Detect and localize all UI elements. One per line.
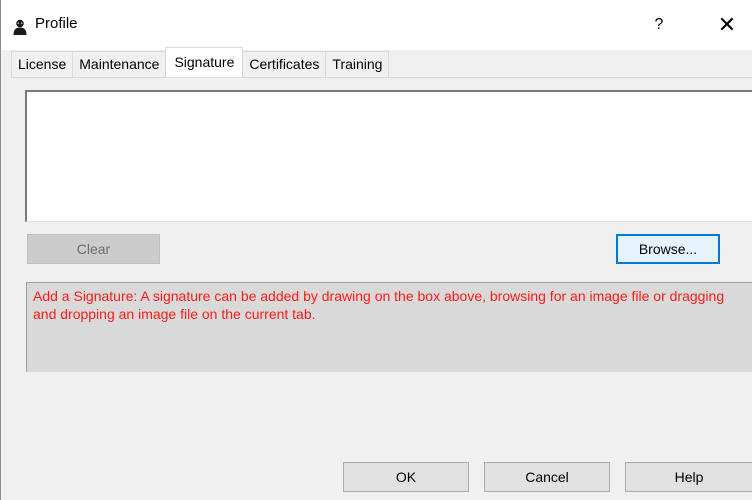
signature-info-text: Add a Signature: A signature can be adde…: [33, 288, 725, 322]
signature-info-box: Add a Signature: A signature can be adde…: [26, 282, 752, 372]
tab-strip: License Maintenance Signature Certificat…: [11, 47, 390, 77]
tab-signature[interactable]: Signature: [165, 47, 244, 77]
user-icon: [13, 19, 27, 35]
title-help-button[interactable]: ?: [641, 10, 677, 40]
tab-certificates[interactable]: Certificates: [242, 51, 327, 77]
tab-training[interactable]: Training: [325, 51, 390, 77]
signature-drawing-box[interactable]: [25, 90, 752, 222]
window-title: Profile: [35, 15, 78, 32]
profile-dialog: Profile ? ✕ License Maintenance Signatur…: [0, 0, 752, 500]
clear-button[interactable]: Clear: [27, 234, 160, 264]
ok-button[interactable]: OK: [343, 462, 469, 492]
help-button[interactable]: Help: [625, 462, 752, 492]
cancel-button[interactable]: Cancel: [484, 462, 610, 492]
browse-button[interactable]: Browse...: [616, 234, 720, 264]
tab-license[interactable]: License: [11, 51, 74, 77]
title-bar: Profile ? ✕: [1, 0, 752, 50]
tab-maintenance[interactable]: Maintenance: [72, 51, 167, 77]
close-button[interactable]: ✕: [707, 10, 747, 40]
